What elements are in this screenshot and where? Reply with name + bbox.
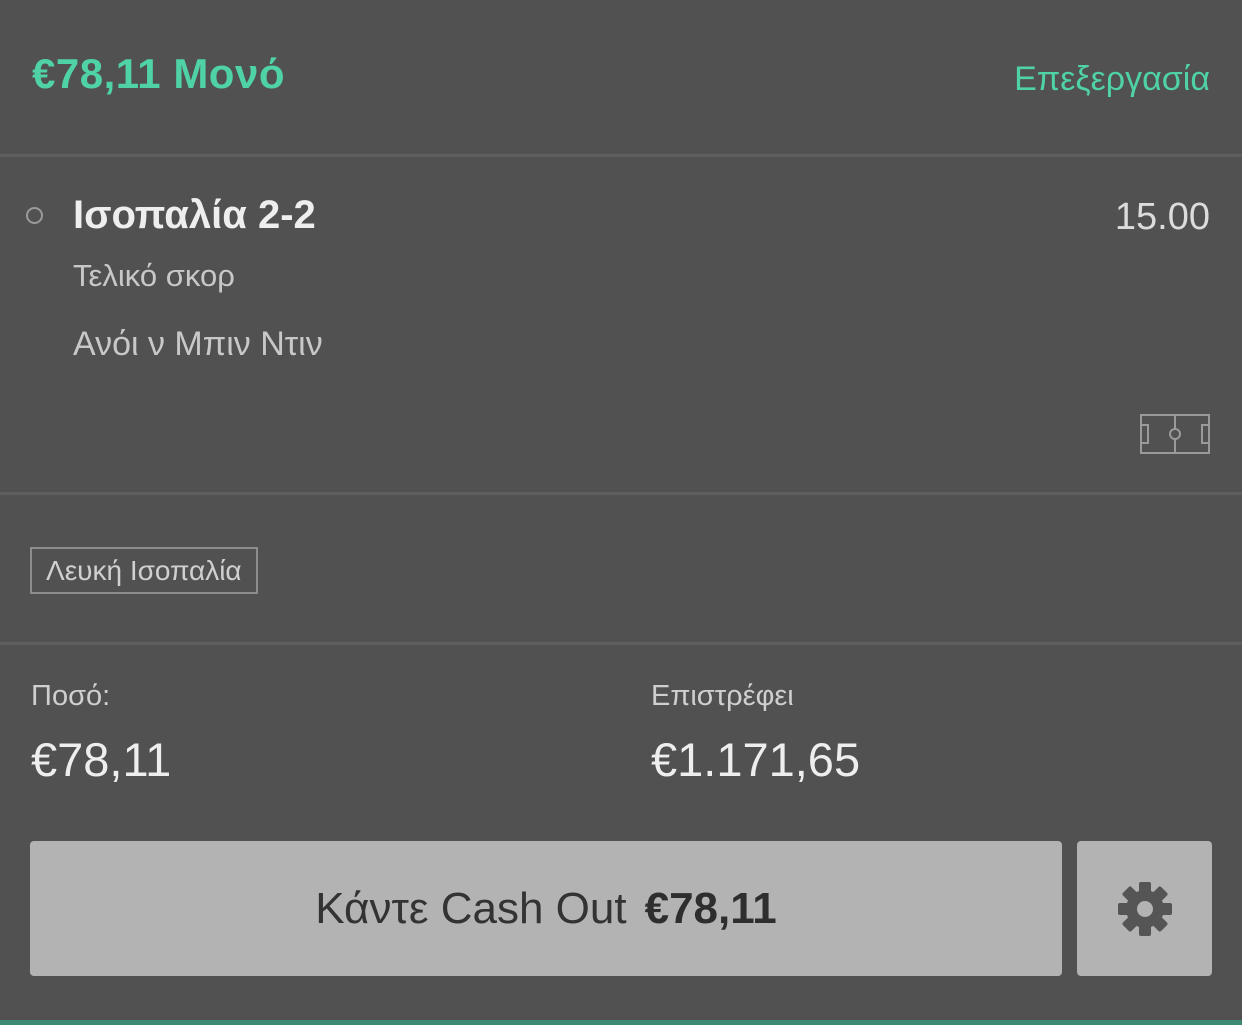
stake-label: Ποσό: <box>31 680 111 712</box>
selection-odds: 15.00 <box>1114 196 1210 238</box>
divider <box>0 492 1242 495</box>
cash-out-amount: €78,11 <box>644 883 777 933</box>
returns-value: €1.171,65 <box>651 733 861 786</box>
bottom-accent-bar <box>0 1020 1242 1025</box>
selection-name: Ισοπαλία 2-2 <box>73 193 316 237</box>
cash-out-label: Κάντε Cash Out <box>315 883 627 933</box>
event-name: Ανόι ν Μπιν Ντιν <box>73 325 323 363</box>
divider <box>0 642 1242 645</box>
bet-header: €78,11 Μονό Επεξεργασία <box>0 0 1242 154</box>
selection-status-icon <box>26 207 43 224</box>
stake-value: €78,11 <box>31 733 172 786</box>
returns-label: Επιστρέφει <box>651 680 794 712</box>
gear-icon <box>1117 881 1172 936</box>
market-name: Τελικό σκορ <box>73 258 235 293</box>
bet-title: €78,11 Μονό <box>32 50 285 97</box>
edit-button[interactable]: Επεξεργασία <box>1014 60 1210 99</box>
cash-out-button[interactable]: Κάντε Cash Out €78,11 <box>30 841 1062 976</box>
promo-badge: Λευκή Ισοπαλία <box>30 547 258 594</box>
cash-out-settings-button[interactable] <box>1077 841 1212 976</box>
football-pitch-icon <box>1140 414 1210 454</box>
divider <box>0 154 1242 157</box>
